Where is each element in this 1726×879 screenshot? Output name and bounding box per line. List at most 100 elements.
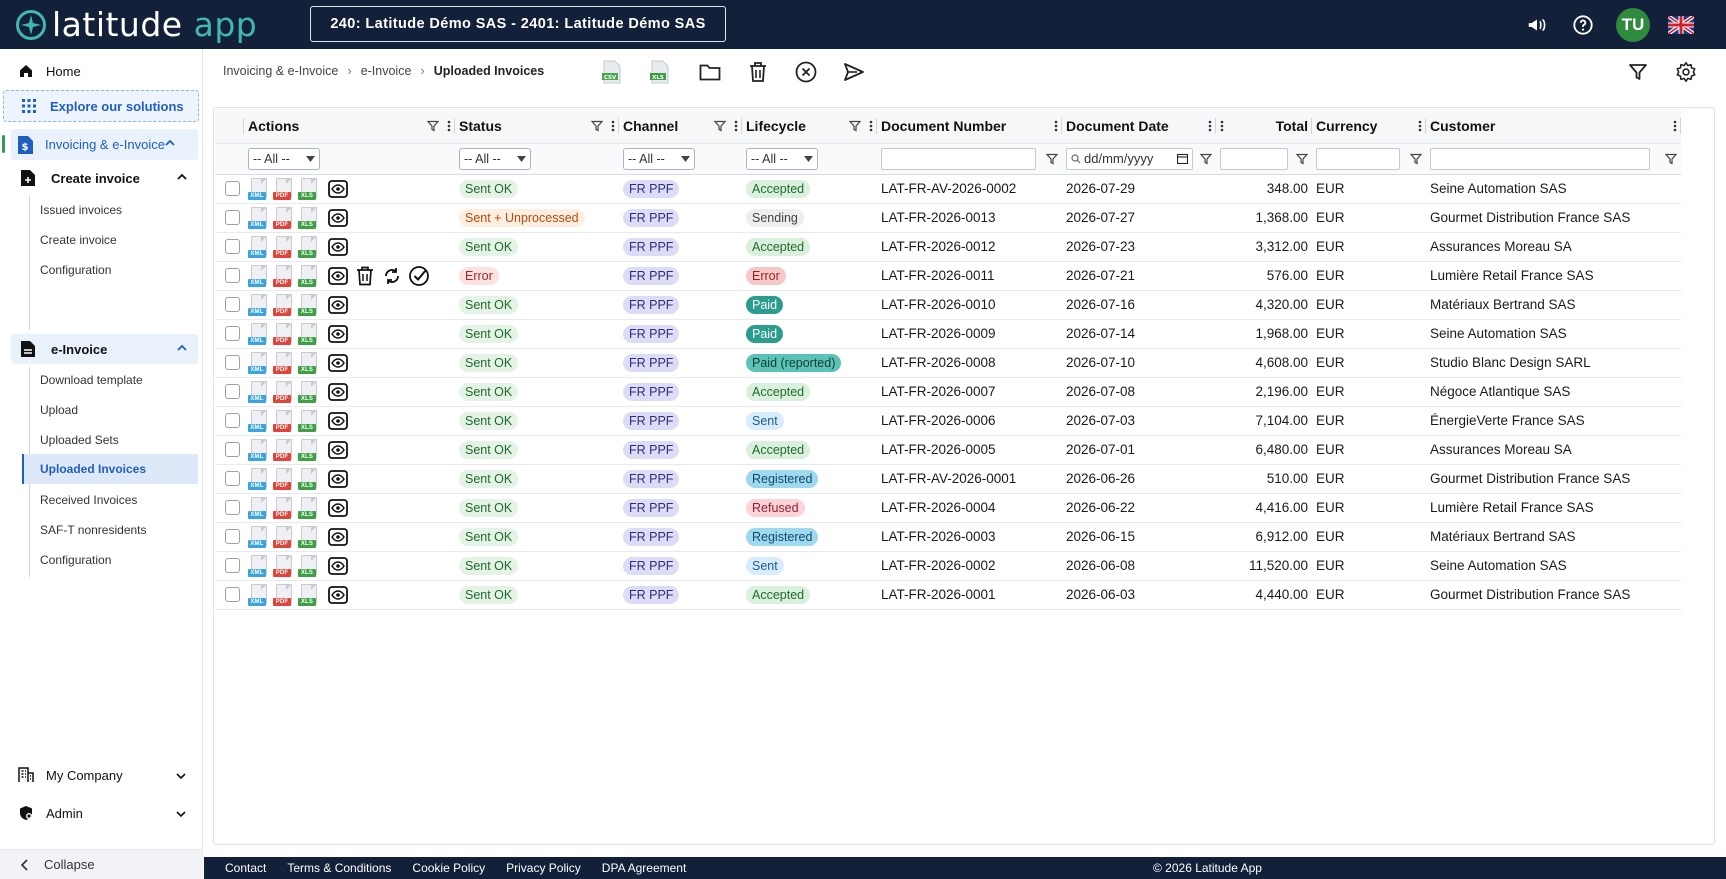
- table-row[interactable]: XML PDF XLS Sent + Unprocessed FR PPF Sending…: [215, 203, 1681, 233]
- sidebar-group-einvoice[interactable]: e-Invoice: [11, 334, 198, 364]
- download-pdf-icon[interactable]: PDF: [273, 206, 297, 230]
- filter-icon[interactable]: [1046, 153, 1058, 165]
- footer-link-terms[interactable]: Terms & Conditions: [287, 861, 391, 875]
- download-xls-icon[interactable]: XLS: [298, 177, 322, 201]
- download-xls-icon[interactable]: XLS: [298, 293, 322, 317]
- table-row[interactable]: XML PDF XLS Sent OK FR PPF Paid LAT-FR-2026-00…: [215, 319, 1681, 349]
- view-eye-icon[interactable]: [327, 352, 349, 374]
- doc-date-filter-input[interactable]: dd/mm/yyyy: [1066, 147, 1193, 170]
- download-xml-icon[interactable]: XML: [248, 467, 272, 491]
- company-selector[interactable]: 240: Latitude Démo SAS - 2401: Latitude …: [310, 6, 726, 42]
- download-xml-icon[interactable]: XML: [248, 525, 272, 549]
- view-eye-icon[interactable]: [327, 207, 349, 229]
- doc-number-filter-input[interactable]: [881, 147, 1036, 170]
- sidebar-item-uploaded-sets[interactable]: Uploaded Sets: [40, 429, 119, 451]
- download-pdf-icon[interactable]: PDF: [273, 264, 297, 288]
- column-menu-icon[interactable]: [1418, 120, 1422, 132]
- column-menu-icon[interactable]: [1208, 120, 1212, 132]
- customer-filter-input[interactable]: [1430, 147, 1650, 170]
- download-pdf-icon[interactable]: PDF: [273, 438, 297, 462]
- column-menu-icon[interactable]: [1673, 120, 1677, 132]
- view-eye-icon[interactable]: [327, 497, 349, 519]
- download-xls-icon[interactable]: XLS: [298, 583, 322, 607]
- download-xls-icon[interactable]: XLS: [298, 235, 322, 259]
- col-total[interactable]: Total: [1216, 109, 1312, 144]
- view-eye-icon[interactable]: [327, 178, 349, 200]
- col-document-number[interactable]: Document Number: [877, 109, 1062, 144]
- row-checkbox[interactable]: [225, 239, 240, 254]
- download-pdf-icon[interactable]: PDF: [273, 322, 297, 346]
- column-menu-icon[interactable]: [447, 120, 451, 132]
- view-eye-icon[interactable]: [327, 265, 349, 287]
- table-row[interactable]: XML PDF XLS Sent OK FR PPF Paid (reported) LAT…: [215, 348, 1681, 378]
- table-row[interactable]: XML PDF XLS Sent OK FR PPF Accepted LAT-FR-202…: [215, 580, 1681, 610]
- chevron-up-icon[interactable]: [176, 342, 188, 354]
- download-xls-icon[interactable]: XLS: [298, 409, 322, 433]
- download-xls-icon[interactable]: XLS: [298, 438, 322, 462]
- download-xls-icon[interactable]: XLS: [298, 467, 322, 491]
- view-eye-icon[interactable]: [327, 439, 349, 461]
- chevron-up-icon[interactable]: [164, 137, 176, 149]
- uk-flag-icon[interactable]: [1668, 15, 1694, 34]
- sidebar-item-received-invoices[interactable]: Received Invoices: [40, 489, 137, 511]
- row-checkbox[interactable]: [225, 413, 240, 428]
- table-row[interactable]: XML PDF XLS Sent OK FR PPF Sent LAT-FR-2026-00…: [215, 406, 1681, 436]
- download-pdf-icon[interactable]: PDF: [273, 554, 297, 578]
- sidebar-group-create-invoice[interactable]: Create invoice: [11, 163, 198, 193]
- filter-icon[interactable]: [1296, 153, 1308, 165]
- table-row[interactable]: XML PDF XLS Sent OK FR PPF Paid LAT-FR-2026-00…: [215, 290, 1681, 320]
- row-checkbox[interactable]: [225, 326, 240, 341]
- download-xls-icon[interactable]: XLS: [298, 351, 322, 375]
- download-pdf-icon[interactable]: PDF: [273, 351, 297, 375]
- download-xml-icon[interactable]: XML: [248, 409, 272, 433]
- sidebar-item-saft-nonresidents[interactable]: SAF-T nonresidents: [40, 519, 147, 541]
- breadcrumb-einvoice[interactable]: e-Invoice: [361, 64, 412, 78]
- download-pdf-icon[interactable]: PDF: [273, 380, 297, 404]
- view-eye-icon[interactable]: [327, 323, 349, 345]
- channel-filter-select[interactable]: -- All --: [623, 147, 695, 170]
- help-circle-icon[interactable]: [1570, 12, 1596, 38]
- download-pdf-icon[interactable]: PDF: [273, 293, 297, 317]
- column-menu-icon[interactable]: [611, 120, 615, 132]
- view-eye-icon[interactable]: [327, 381, 349, 403]
- table-row[interactable]: XML PDF XLS Sent OK FR PPF Accepted LAT-FR-202…: [215, 232, 1681, 262]
- table-row[interactable]: XML PDF XLS Sent OK FR PPF Registered LAT-FR-2…: [215, 522, 1681, 552]
- view-eye-icon[interactable]: [327, 555, 349, 577]
- row-checkbox[interactable]: [225, 471, 240, 486]
- download-xls-icon[interactable]: XLS: [298, 322, 322, 346]
- sidebar-item-configuration[interactable]: Configuration: [40, 259, 111, 281]
- actions-filter-select[interactable]: -- All --: [248, 147, 320, 170]
- table-row[interactable]: XML PDF XLS Sent OK FR PPF Registered LAT-FR-A…: [215, 464, 1681, 494]
- download-xml-icon[interactable]: XML: [248, 264, 272, 288]
- col-customer[interactable]: Customer: [1426, 109, 1681, 144]
- column-filter-icon[interactable]: [591, 120, 603, 132]
- download-xml-icon[interactable]: XML: [248, 380, 272, 404]
- csv-export-icon[interactable]: CSV: [599, 59, 625, 85]
- column-menu-icon[interactable]: [734, 120, 738, 132]
- column-menu-icon[interactable]: [1220, 120, 1224, 132]
- chevron-down-icon[interactable]: [175, 770, 187, 782]
- table-row[interactable]: XML PDF XLS Sent OK FR PPF Accepted LAT-FR-202…: [215, 377, 1681, 407]
- download-xml-icon[interactable]: XML: [248, 583, 272, 607]
- column-menu-icon[interactable]: [869, 120, 873, 132]
- view-eye-icon[interactable]: [327, 410, 349, 432]
- row-checkbox[interactable]: [225, 587, 240, 602]
- table-row[interactable]: XML PDF XLS Error FR PPF Error LAT-FR-2026-001…: [215, 261, 1681, 291]
- footer-link-contact[interactable]: Contact: [225, 861, 266, 875]
- sidebar-item-home[interactable]: Home: [0, 57, 203, 85]
- validate-check-icon[interactable]: [408, 265, 430, 287]
- table-row[interactable]: XML PDF XLS Sent OK FR PPF Accepted LAT-FR-202…: [215, 435, 1681, 465]
- table-row[interactable]: XML PDF XLS Sent OK FR PPF Accepted LAT-FR-AV-…: [215, 174, 1681, 204]
- app-logo[interactable]: latitude app: [16, 0, 257, 49]
- sidebar-item-issued-invoices[interactable]: Issued invoices: [40, 199, 122, 221]
- currency-filter-input[interactable]: [1316, 147, 1400, 170]
- download-pdf-icon[interactable]: PDF: [273, 409, 297, 433]
- col-status[interactable]: Status: [455, 109, 619, 144]
- download-xls-icon[interactable]: XLS: [298, 380, 322, 404]
- view-eye-icon[interactable]: [327, 526, 349, 548]
- trash-icon[interactable]: [745, 59, 771, 85]
- download-xml-icon[interactable]: XML: [248, 496, 272, 520]
- xls-export-icon[interactable]: XLS: [647, 59, 673, 85]
- download-xml-icon[interactable]: XML: [248, 554, 272, 578]
- retry-sync-icon[interactable]: [381, 265, 403, 287]
